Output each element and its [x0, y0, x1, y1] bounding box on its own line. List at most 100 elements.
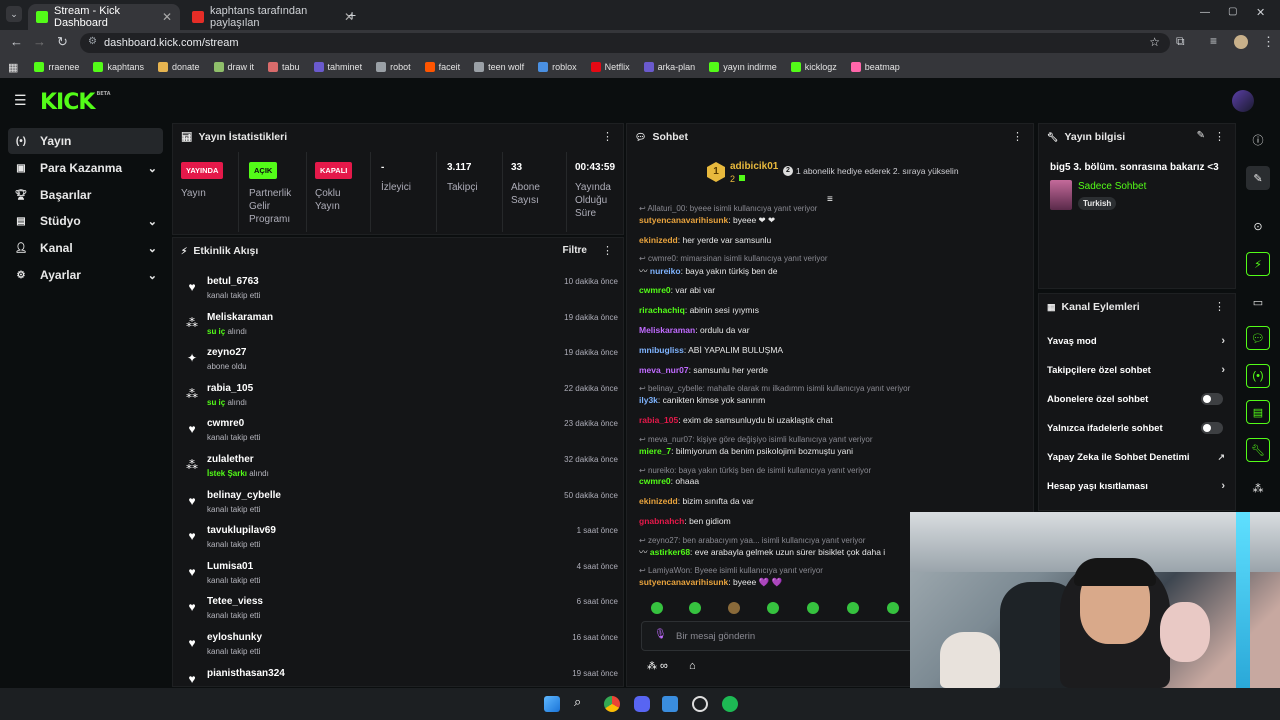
- reload-icon[interactable]: ↻: [57, 34, 68, 50]
- bookmark-item[interactable]: faceit: [424, 62, 460, 72]
- more-options-icon[interactable]: ⋮: [602, 130, 613, 143]
- filter-button[interactable]: Filtre: [563, 245, 587, 256]
- pinned-gift-leaderboard[interactable]: 1 adibicik01 2 2 1 abonelik hediye edere…: [627, 152, 1033, 198]
- chat-username[interactable]: sutyencanavarihisunk: [639, 577, 728, 587]
- emote-icon[interactable]: [847, 602, 859, 614]
- search-icon[interactable]: ⌕: [574, 694, 590, 710]
- emote-icon[interactable]: [887, 602, 899, 614]
- browser-tab-kick[interactable]: Stream - Kick Dashboard ✕: [28, 4, 180, 30]
- bookmark-item[interactable]: draw it: [213, 62, 254, 72]
- event-username[interactable]: pianisthasan324: [207, 668, 285, 679]
- queue-icon[interactable]: ▤: [1246, 400, 1270, 424]
- chat-username[interactable]: meva_nur07: [639, 365, 689, 375]
- discord-icon[interactable]: [634, 696, 650, 712]
- chat-username[interactable]: ily3k: [639, 395, 658, 405]
- emote-icon[interactable]: [651, 602, 663, 614]
- sidebar-item-basarilar[interactable]: 🏆︎ Başarılar: [8, 182, 163, 208]
- bookmark-item[interactable]: robot: [376, 62, 411, 72]
- kick-logo[interactable]: KICK BETA: [40, 90, 111, 115]
- chrome-icon[interactable]: [604, 696, 620, 712]
- emote-icon[interactable]: [689, 602, 701, 614]
- pencil-icon[interactable]: ✎: [1246, 166, 1270, 190]
- more-options-icon[interactable]: ⋮: [1012, 130, 1023, 143]
- toggle-switch[interactable]: [1201, 422, 1223, 434]
- chat-username[interactable]: ekinizedd: [639, 235, 678, 245]
- bookmark-item[interactable]: donate: [157, 62, 200, 72]
- chat-username[interactable]: ekinizedd: [639, 496, 678, 506]
- sidebar-item-yayin[interactable]: (•) Yayın: [8, 128, 163, 154]
- back-icon[interactable]: ←: [10, 34, 23, 49]
- hamburger-menu-icon[interactable]: ☰: [14, 92, 27, 109]
- event-username[interactable]: Lumisa01: [207, 561, 253, 572]
- chat-username[interactable]: astirker68: [650, 547, 690, 557]
- event-username[interactable]: betul_6763: [207, 276, 259, 287]
- steam-icon[interactable]: [692, 696, 708, 712]
- emote-icon[interactable]: [807, 602, 819, 614]
- edit-icon[interactable]: ✎: [1197, 130, 1205, 141]
- event-username[interactable]: zulalether: [207, 454, 254, 465]
- channel-points-icon[interactable]: ⁂: [647, 661, 657, 672]
- new-tab-icon[interactable]: +: [348, 7, 356, 23]
- event-username[interactable]: Meliskaraman: [207, 312, 273, 323]
- chat-username[interactable]: mnibugliss: [639, 345, 684, 355]
- toggle-switch[interactable]: [1201, 393, 1223, 405]
- event-username[interactable]: cwmre0: [207, 418, 244, 429]
- category-link[interactable]: Sadece Sohbet: [1078, 181, 1146, 192]
- url-field[interactable]: ⚙ dashboard.kick.com/stream ☆: [80, 33, 1170, 53]
- camera-icon[interactable]: ⊙: [1246, 214, 1270, 238]
- photos-icon[interactable]: [662, 696, 678, 712]
- chat-username[interactable]: nureiko: [650, 266, 681, 276]
- event-username[interactable]: zeyno27: [207, 347, 246, 358]
- event-username[interactable]: belinay_cybelle: [207, 490, 281, 501]
- window-close-icon[interactable]: ✕: [1256, 6, 1265, 19]
- bookmark-item[interactable]: teen wolf: [474, 62, 524, 72]
- event-username[interactable]: Tetee_viess: [207, 596, 263, 607]
- chat-username[interactable]: cwmre0: [639, 476, 671, 486]
- apps-icon[interactable]: ▦: [8, 61, 18, 74]
- browser-tab-youtube[interactable]: kaphtans tarafından paylaşılan ✕: [184, 4, 362, 30]
- chat-icon[interactable]: 💬︎: [1246, 326, 1270, 350]
- chat-username[interactable]: miere_7: [639, 446, 671, 456]
- bookmark-item[interactable]: Netflix: [590, 62, 630, 72]
- bookmark-item[interactable]: tahminet: [313, 62, 362, 72]
- maximize-icon[interactable]: ▢: [1228, 6, 1237, 17]
- channel-action-item[interactable]: Abonelere özel sohbet: [1047, 388, 1225, 410]
- emote-icon[interactable]: [728, 602, 740, 614]
- more-options-icon[interactable]: ⋮: [602, 244, 613, 257]
- bookmark-item[interactable]: rraenee: [34, 62, 79, 72]
- channel-action-item[interactable]: Hesap yaşı kısıtlaması ›: [1047, 475, 1225, 497]
- bookmark-star-icon[interactable]: ☆: [1149, 35, 1160, 49]
- extensions-icon[interactable]: ⧉: [1176, 34, 1185, 49]
- spotify-icon[interactable]: [722, 696, 738, 712]
- store-icon[interactable]: ⌂: [689, 660, 696, 672]
- chat-username[interactable]: rirachachiq: [639, 305, 685, 315]
- user-avatar[interactable]: [1232, 90, 1254, 112]
- emote-icon[interactable]: [767, 602, 779, 614]
- bookmark-item[interactable]: roblox: [538, 62, 577, 72]
- close-icon[interactable]: ✕: [162, 10, 172, 24]
- info-icon[interactable]: ⓘ: [1246, 128, 1270, 152]
- channel-action-item[interactable]: Yalnızca ifadelerle sohbet: [1047, 417, 1225, 439]
- bookmark-item[interactable]: beatmap: [850, 62, 900, 72]
- windows-start-icon[interactable]: [544, 696, 560, 712]
- sidebar-item-kanal[interactable]: 👤︎ Kanal ⌄: [8, 235, 163, 261]
- bookmark-item[interactable]: kaphtans: [93, 62, 144, 72]
- bookmark-item[interactable]: arka-plan: [643, 62, 695, 72]
- event-username[interactable]: rabia_105: [207, 383, 253, 394]
- bookmark-item[interactable]: yayın indirme: [709, 62, 777, 72]
- document-icon[interactable]: ▭: [1246, 290, 1270, 314]
- menu-icon[interactable]: ⋮: [1262, 34, 1275, 50]
- sidebar-item-studyo[interactable]: ▤ Stüdyo ⌄: [8, 208, 163, 234]
- chat-username[interactable]: sutyencanavarihisunk: [639, 215, 728, 225]
- chat-username[interactable]: rabia_105: [639, 415, 678, 425]
- chat-input[interactable]: 🎙︎ Bir mesaj gönderin: [641, 621, 921, 651]
- media-icon[interactable]: ≡: [1210, 34, 1217, 48]
- minimize-icon[interactable]: —: [1200, 7, 1210, 18]
- event-username[interactable]: tavuklupilav69: [207, 525, 276, 536]
- microphone-icon[interactable]: 🎙︎: [654, 629, 667, 640]
- chat-username[interactable]: gnabnahch: [639, 516, 684, 526]
- more-options-icon[interactable]: ⋮: [1214, 130, 1225, 143]
- forward-icon[interactable]: →: [33, 34, 46, 49]
- chat-username[interactable]: Meliskaraman: [639, 325, 695, 335]
- points-icon[interactable]: ⁂: [1246, 476, 1270, 500]
